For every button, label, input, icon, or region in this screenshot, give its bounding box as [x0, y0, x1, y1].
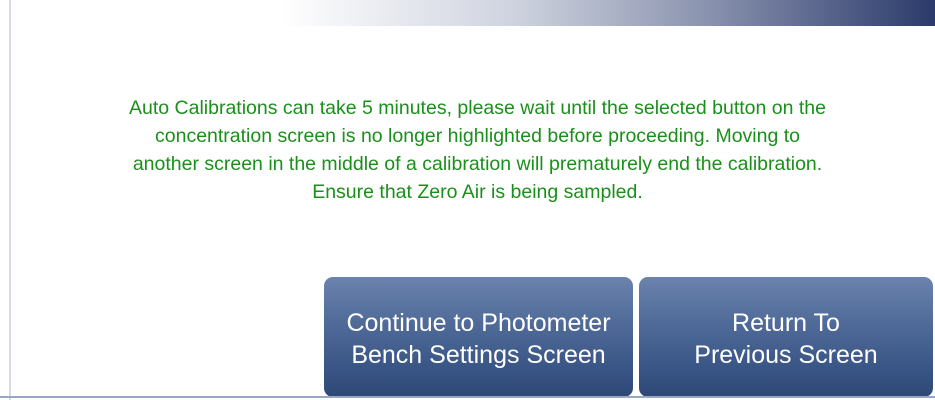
return-to-previous-screen-button[interactable]: Return To Previous Screen — [639, 277, 933, 397]
continue-button-label: Continue to Photometer Bench Settings Sc… — [346, 309, 611, 369]
calibration-warning-message: Auto Calibrations can take 5 minutes, pl… — [128, 97, 826, 203]
bottom-divider — [0, 396, 935, 398]
calibration-screen: Auto Calibrations can take 5 minutes, pl… — [0, 0, 935, 400]
left-border — [9, 0, 11, 400]
header-bar — [0, 0, 935, 26]
continue-to-photometer-bench-settings-button[interactable]: Continue to Photometer Bench Settings Sc… — [324, 277, 633, 397]
return-button-label: Return To Previous Screen — [694, 309, 878, 369]
